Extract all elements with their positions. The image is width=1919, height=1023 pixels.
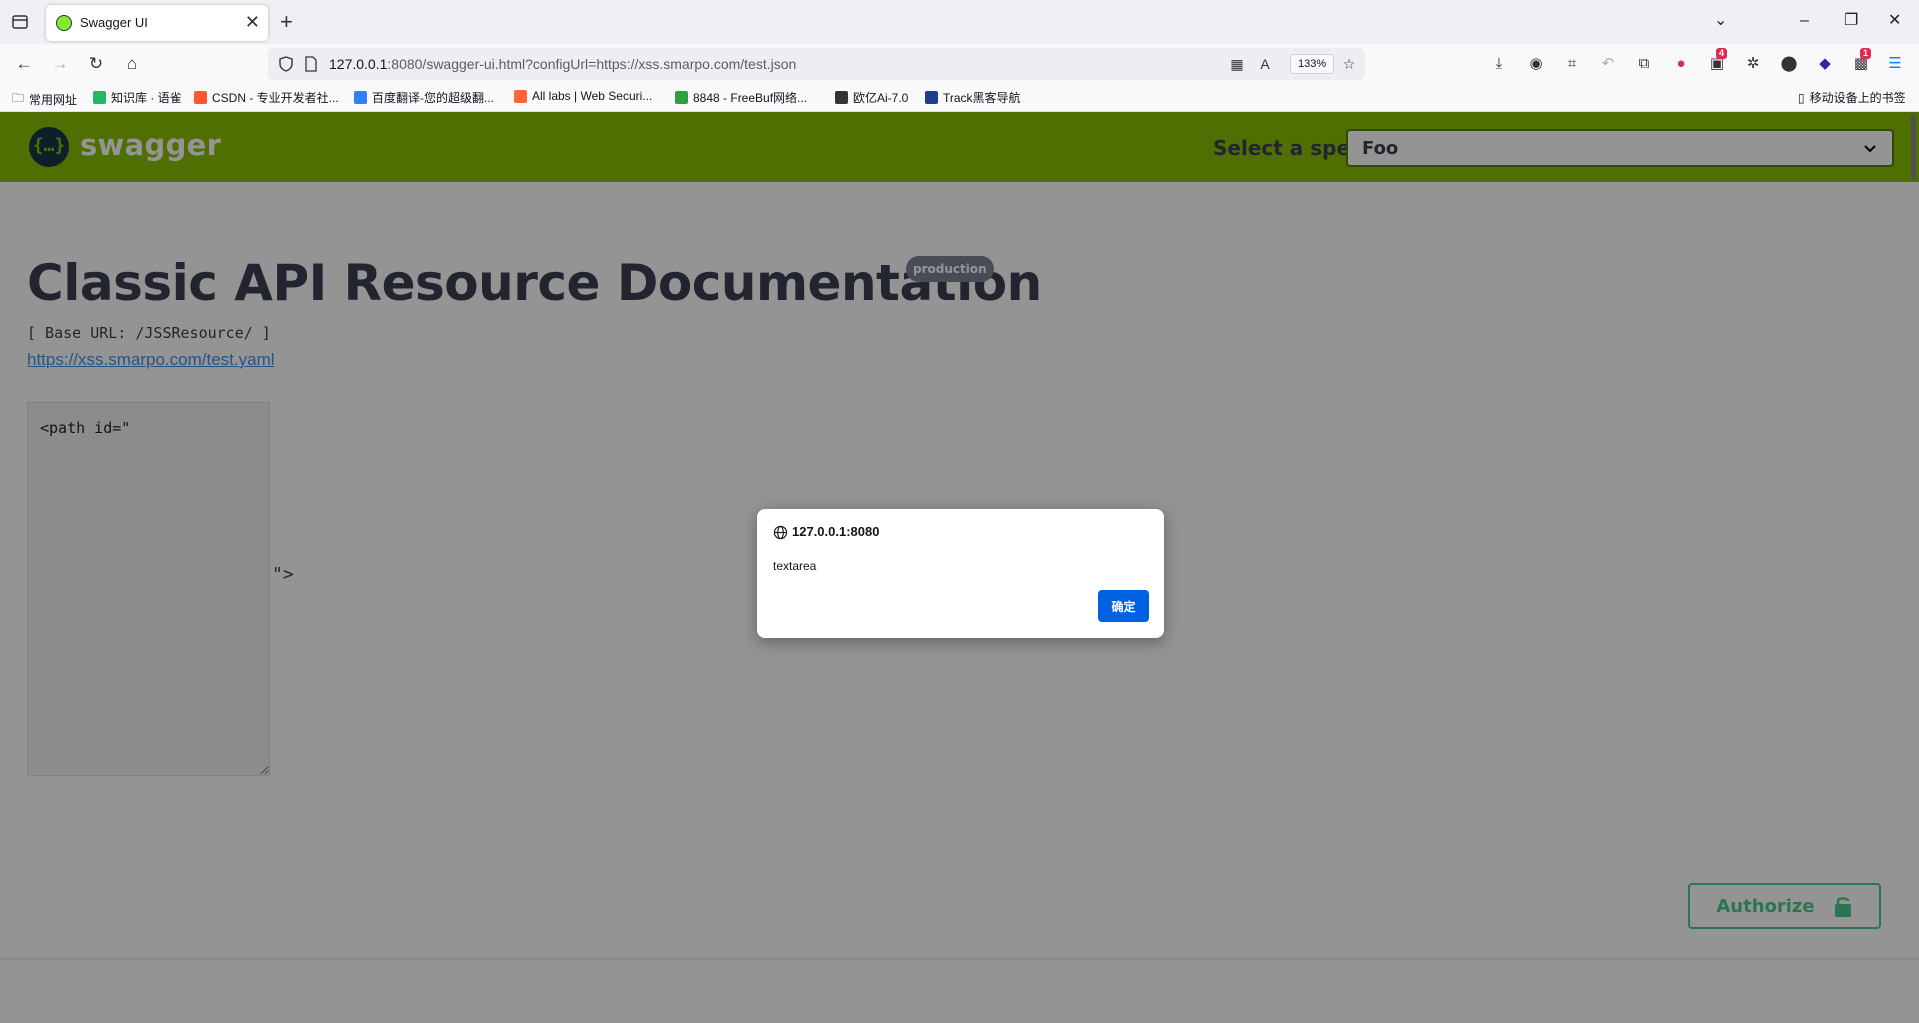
bookmarks-toolbar: 🗀 常用网址 知识库 · 语雀 CSDN - 专业开发者社... 百度翻译-您的超… — [0, 84, 1919, 112]
folder-icon: 🗀 — [12, 91, 25, 105]
bookmark-label: 欧亿Ai-7.0 — [853, 91, 909, 105]
bookmark-label: 百度翻译-您的超级翻... — [372, 91, 494, 105]
extension-2-badge: 4 — [1716, 48, 1728, 59]
screenshot-crop-icon[interactable]: ⌗ — [1561, 53, 1583, 75]
minimize-icon[interactable]: – — [1800, 10, 1809, 32]
swagger-favicon-icon — [56, 15, 72, 31]
qr-code-icon[interactable]: ▦ — [1228, 55, 1246, 73]
alert-dialog: 127.0.0.1:8080 textarea 确定 — [757, 509, 1164, 638]
bookmark-label: 8848 - FreeBuf网络... — [693, 91, 808, 105]
account-icon[interactable]: ◉ — [1525, 53, 1547, 75]
ok-button[interactable]: 确定 — [1098, 590, 1149, 622]
tracking-protection-shield-icon[interactable] — [278, 56, 294, 72]
extension-5-icon[interactable]: ◆ — [1814, 53, 1836, 75]
bookmark-label: Track黑客导航 — [943, 91, 1021, 105]
bookmark-label: 知识库 · 语雀 — [111, 91, 182, 105]
extension-4-icon[interactable]: ⬤ — [1778, 53, 1800, 75]
bookmark-item[interactable]: Track黑客导航 — [925, 89, 1021, 106]
bookmark-item[interactable]: 欧亿Ai-7.0 — [835, 89, 908, 106]
csdn-icon — [194, 91, 207, 104]
bookmark-label: 常用网址 — [29, 93, 78, 107]
forward-icon[interactable]: → — [48, 52, 72, 76]
portswigger-icon — [514, 89, 527, 103]
bookmark-label: 移动设备上的书签 — [1809, 91, 1906, 105]
tab-swagger-ui[interactable]: Swagger UI ✕ — [46, 5, 268, 41]
bookmark-label: CSDN - 专业开发者社... — [212, 91, 339, 105]
mobile-device-icon: ▯ — [1798, 90, 1805, 105]
bookmark-star-icon[interactable]: ☆ — [1340, 55, 1358, 73]
dialog-origin: 127.0.0.1:8080 — [792, 524, 880, 539]
extension-6-badge: 1 — [1860, 48, 1872, 59]
track-icon — [925, 91, 938, 104]
extension-1-icon[interactable]: ● — [1670, 53, 1692, 75]
tab-bar: Swagger UI ✕ + ⌄ – ❐ ✕ — [0, 0, 1919, 44]
close-tab-icon[interactable]: ✕ — [245, 11, 260, 33]
url-path: :8080/swagger-ui.html?configUrl=https://… — [387, 56, 797, 72]
globe-icon — [773, 525, 788, 540]
mobile-bookmarks[interactable]: ▯ 移动设备上的书签 — [1798, 89, 1906, 106]
extensions-puzzle-icon[interactable]: ⧉ — [1633, 53, 1655, 75]
reload-icon[interactable]: ↻ — [84, 52, 108, 76]
downloads-icon[interactable]: ⤓ — [1488, 53, 1510, 75]
bookmark-item[interactable]: 百度翻译-您的超级翻... — [354, 89, 494, 106]
tab-overview-icon[interactable] — [10, 12, 30, 32]
url-text[interactable]: 127.0.0.1:8080/swagger-ui.html?configUrl… — [329, 56, 796, 72]
navigation-toolbar: ← → ↻ ⌂ 127.0.0.1:8080/swagger-ui.html?c… — [0, 44, 1919, 84]
restore-icon[interactable]: ❐ — [1844, 10, 1858, 32]
close-window-icon[interactable]: ✕ — [1888, 10, 1901, 32]
page-info-icon[interactable] — [304, 56, 318, 72]
new-tab-icon[interactable]: + — [280, 9, 293, 35]
bookmark-label: All labs | Web Securi... — [532, 89, 653, 103]
ai-icon — [835, 91, 848, 104]
bookmark-item[interactable]: 🗀 常用网址 — [12, 89, 77, 110]
bookmark-item[interactable]: CSDN - 专业开发者社... — [194, 89, 339, 106]
bookmark-item[interactable]: 8848 - FreeBuf网络... — [675, 89, 807, 106]
baidu-translate-icon — [354, 91, 367, 104]
bookmark-item[interactable]: All labs | Web Securi... — [514, 89, 652, 103]
translate-icon[interactable]: A — [1256, 55, 1274, 73]
back-icon[interactable]: ← — [12, 52, 36, 76]
extension-3-icon[interactable]: ✲ — [1742, 53, 1764, 75]
url-bar[interactable]: 127.0.0.1:8080/swagger-ui.html?configUrl… — [268, 48, 1365, 80]
url-host: 127.0.0.1 — [329, 56, 388, 72]
menu-icon[interactable]: ☰ — [1884, 53, 1906, 75]
bookmark-item[interactable]: 知识库 · 语雀 — [93, 89, 182, 106]
undo-icon[interactable]: ↶ — [1597, 53, 1619, 75]
list-all-tabs-icon[interactable]: ⌄ — [1714, 10, 1727, 32]
tab-title: Swagger UI — [80, 15, 148, 30]
freebuf-icon — [675, 91, 688, 104]
dialog-message: textarea — [773, 559, 817, 573]
home-icon[interactable]: ⌂ — [120, 52, 144, 76]
zoom-level-badge[interactable]: 133% — [1290, 54, 1335, 74]
yuque-icon — [93, 91, 106, 104]
